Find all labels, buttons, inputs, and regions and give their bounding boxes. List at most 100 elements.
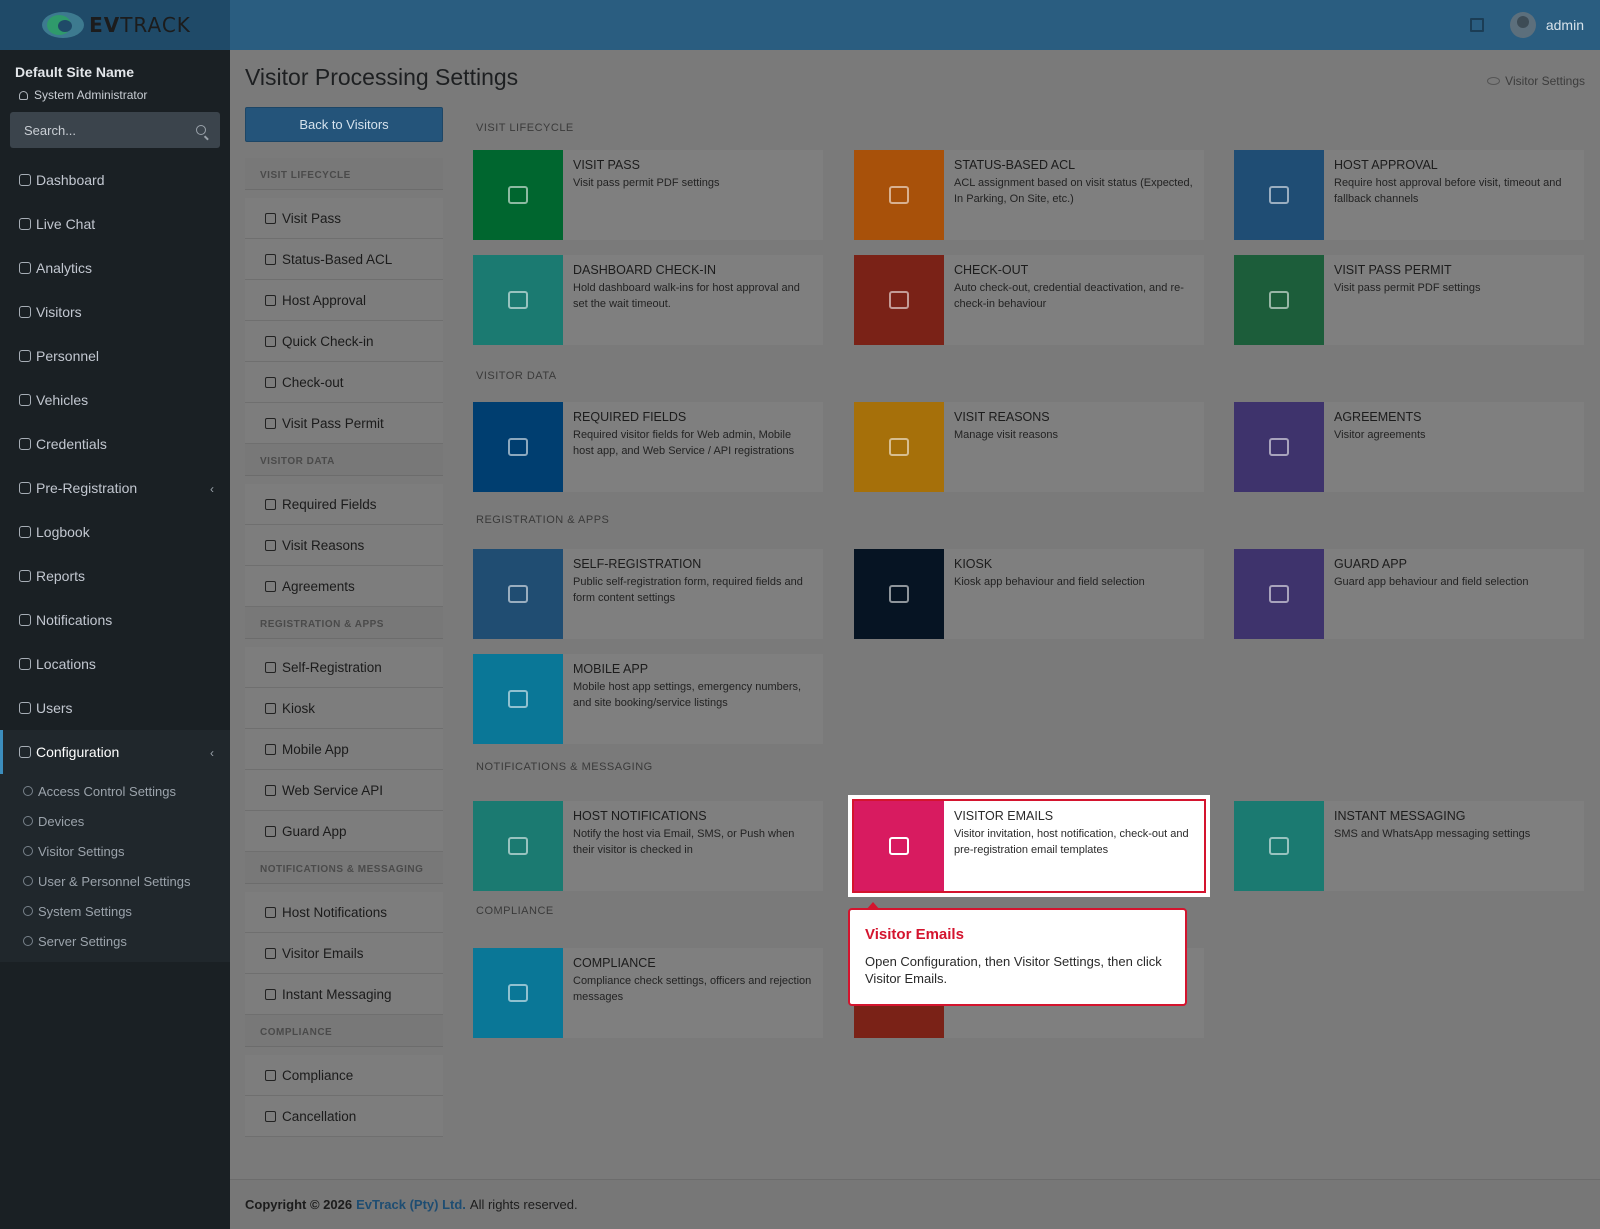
- card-guard-app[interactable]: GUARD APP Guard app behaviour and field s…: [1234, 549, 1584, 639]
- list-item-compliance[interactable]: Compliance: [245, 1055, 443, 1096]
- card-status-based-acl[interactable]: STATUS-BASED ACL ACL assignment based on …: [854, 150, 1204, 240]
- message-icon: [19, 614, 31, 626]
- checklist-icon: [889, 186, 909, 204]
- sidebar-item-dashboard[interactable]: Dashboard: [0, 158, 230, 202]
- brand-logo-area[interactable]: EVTRACK: [0, 0, 230, 50]
- book-icon: [19, 526, 31, 538]
- card-required-fields[interactable]: REQUIRED FIELDS Required visitor fields f…: [473, 402, 823, 492]
- sidebar-item-locations[interactable]: Locations: [0, 642, 230, 686]
- card-visit-pass-permit[interactable]: VISIT PASS PERMIT Visit pass permit PDF s…: [1234, 255, 1584, 345]
- list-item-visit-pass[interactable]: Visit Pass: [245, 198, 443, 239]
- list-item-mobile-app[interactable]: Mobile App: [245, 729, 443, 770]
- sidebar-item-configuration[interactable]: Configuration ‹: [0, 730, 230, 774]
- device-icon: [23, 816, 33, 826]
- sidebar-item-credentials[interactable]: Credentials: [0, 422, 230, 466]
- search-icon[interactable]: [196, 125, 206, 135]
- sidebar-subitem-system-settings[interactable]: System Settings: [0, 896, 230, 926]
- card-mobile-app[interactable]: MOBILE APP Mobile host app settings, emer…: [473, 654, 823, 744]
- card-instant-messaging[interactable]: INSTANT MESSAGING SMS and WhatsApp messag…: [1234, 801, 1584, 891]
- list-check-icon: [265, 498, 276, 510]
- list-item-kiosk[interactable]: Kiosk: [245, 688, 443, 729]
- sidebar-item-pre-registration[interactable]: Pre-Registration ‹: [0, 466, 230, 510]
- card-tile: [854, 255, 944, 345]
- user-icon: [19, 702, 31, 714]
- sidebar-item-live-chat[interactable]: Live Chat: [0, 202, 230, 246]
- list-item-instant-messaging[interactable]: Instant Messaging: [245, 974, 443, 1015]
- card-check-out[interactable]: CHECK-OUT Auto check-out, credential deac…: [854, 255, 1204, 345]
- eye-icon: [23, 846, 33, 856]
- card-tile: [1234, 549, 1324, 639]
- back-to-visitors-button[interactable]: Back to Visitors: [245, 107, 443, 142]
- card-visit-pass[interactable]: VISIT PASS Visit pass permit PDF settings: [473, 150, 823, 240]
- sidebar-item-visitors[interactable]: Visitors: [0, 290, 230, 334]
- sidebar-item-analytics[interactable]: Analytics: [0, 246, 230, 290]
- sidebar: Default Site Name System Administrator D…: [0, 50, 230, 1229]
- card-dashboard-check-in[interactable]: DASHBOARD CHECK-IN Hold dashboard walk-in…: [473, 255, 823, 345]
- settings-nav-list: VISIT LIFECYCLE Visit Pass Status-Based …: [245, 158, 443, 1137]
- breadcrumb[interactable]: Visitor Settings: [1487, 74, 1585, 88]
- card-description: Mobile host app settings, emergency numb…: [573, 681, 802, 709]
- sidebar-item-personnel[interactable]: Personnel: [0, 334, 230, 378]
- sidebar-item-notifications[interactable]: Notifications: [0, 598, 230, 642]
- list-item-host-approval[interactable]: Host Approval: [245, 280, 443, 321]
- card-title: GUARD APP: [1334, 557, 1407, 571]
- card-kiosk[interactable]: KIOSK Kiosk app behaviour and field selec…: [854, 549, 1204, 639]
- sidebar-item-vehicles[interactable]: Vehicles: [0, 378, 230, 422]
- card-title: SELF-REGISTRATION: [573, 557, 702, 571]
- list-item-check-out[interactable]: Check-out: [245, 362, 443, 403]
- card-tile: [473, 654, 563, 744]
- user-menu[interactable]: admin: [1509, 12, 1584, 38]
- footer-company-link[interactable]: EvTrack (Pty) Ltd.: [356, 1197, 466, 1212]
- card-tile: [473, 150, 563, 240]
- card-title: STATUS-BASED ACL: [954, 158, 1076, 172]
- sidebar-subitem-access-control-settings[interactable]: Access Control Settings: [0, 776, 230, 806]
- card-description: Hold dashboard walk-ins for host approva…: [573, 282, 800, 310]
- list-item-visitor-emails[interactable]: Visitor Emails: [245, 933, 443, 974]
- list-item-host-notifications[interactable]: Host Notifications: [245, 892, 443, 933]
- card-agreements[interactable]: AGREEMENTS Visitor agreements: [1234, 402, 1584, 492]
- card-visitor-emails[interactable]: VISITOR EMAILS Visitor invitation, host n…: [848, 795, 1210, 897]
- chevron-left-icon: ‹: [210, 746, 214, 760]
- door-icon: [508, 291, 528, 309]
- list-item-guard-app[interactable]: Guard App: [245, 811, 443, 852]
- list-item-self-registration[interactable]: Self-Registration: [245, 647, 443, 688]
- sidebar-item-users[interactable]: Users: [0, 686, 230, 730]
- card-self-registration[interactable]: SELF-REGISTRATION Public self-registratio…: [473, 549, 823, 639]
- list-item-web-service-api[interactable]: Web Service API: [245, 770, 443, 811]
- list-item-cancellation[interactable]: Cancellation: [245, 1096, 443, 1137]
- door-icon[interactable]: [1469, 18, 1484, 32]
- list-item-visit-reasons[interactable]: Visit Reasons: [245, 525, 443, 566]
- sidebar-subitem-visitor-settings[interactable]: Visitor Settings: [0, 836, 230, 866]
- list-item-agreements[interactable]: Agreements: [245, 566, 443, 607]
- card-description: ACL assignment based on visit status (Ex…: [954, 177, 1193, 205]
- card-host-approval[interactable]: HOST APPROVAL Require host approval befor…: [1234, 150, 1584, 240]
- eye-icon: [19, 306, 31, 318]
- sidebar-search-input[interactable]: [24, 122, 174, 138]
- sidebar-subitem-devices[interactable]: Devices: [0, 806, 230, 836]
- card-compliance[interactable]: COMPLIANCE Compliance check settings, off…: [473, 948, 823, 1038]
- guide-tooltip: Visitor Emails Open Configuration, then …: [848, 902, 1187, 1006]
- gear-icon: [19, 746, 31, 758]
- card-title: VISIT PASS PERMIT: [1334, 263, 1452, 277]
- shield-icon: [265, 825, 276, 837]
- door-icon: [265, 335, 276, 347]
- card-visit-reasons[interactable]: VISIT REASONS Manage visit reasons: [854, 402, 1204, 492]
- sidebar-item-reports[interactable]: Reports: [0, 554, 230, 598]
- list-item-status-based-acl[interactable]: Status-Based ACL: [245, 239, 443, 280]
- sidebar-subitem-server-settings[interactable]: Server Settings: [0, 926, 230, 956]
- brand-name: EVTRACK: [89, 13, 191, 37]
- sidebar-subitem-user-personnel-settings[interactable]: User & Personnel Settings: [0, 866, 230, 896]
- list-item-quick-check-in[interactable]: Quick Check-in: [245, 321, 443, 362]
- list-item-required-fields[interactable]: Required Fields: [245, 484, 443, 525]
- card-description: Compliance check settings, officers and …: [573, 975, 812, 1003]
- card-host-notifications[interactable]: HOST NOTIFICATIONS Notify the host via Em…: [473, 801, 823, 891]
- badge-icon: [265, 417, 276, 429]
- configuration-submenu: Access Control Settings Devices Visitor …: [0, 774, 230, 962]
- sidebar-item-logbook[interactable]: Logbook: [0, 510, 230, 554]
- list-item-visit-pass-permit[interactable]: Visit Pass Permit: [245, 403, 443, 444]
- bell-icon: [508, 837, 528, 855]
- top-navbar: EVTRACK admin: [0, 0, 1600, 50]
- phone-icon: [265, 743, 276, 755]
- card-title: DASHBOARD CHECK-IN: [573, 263, 717, 277]
- card-description: Visit pass permit PDF settings: [1334, 282, 1481, 294]
